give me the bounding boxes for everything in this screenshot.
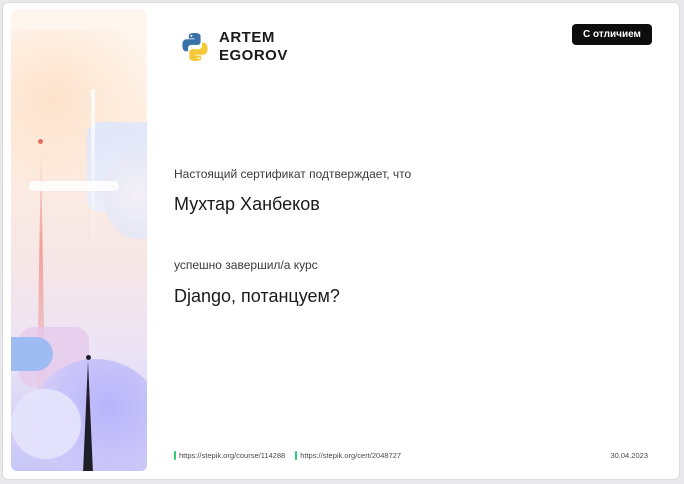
course-link-text: https://stepik.org/course/114288: [179, 451, 286, 460]
cert-link[interactable]: https://stepik.org/cert/2048727: [295, 451, 401, 460]
art-blue-block: [11, 337, 53, 371]
link-marker-icon: [174, 451, 176, 460]
distinction-badge: С отличием: [572, 24, 652, 45]
completion-text: успешно завершил/а курс: [174, 258, 318, 272]
art-light-spike: [91, 89, 95, 259]
certificate-footer: https://stepik.org/course/114288 https:/…: [174, 451, 401, 460]
recipient-name: Мухтар Ханбеков: [174, 194, 320, 214]
certificate-intro: Настоящий сертификат подтверждает, что: [174, 167, 412, 181]
logo-line-1: ARTEM: [219, 29, 275, 46]
author-logo: ARTEM EGOROV: [179, 29, 288, 65]
python-logo-icon: [182, 33, 208, 61]
art-white-bar: [29, 181, 119, 191]
decorative-art-panel: [11, 9, 147, 471]
art-black-dot: [86, 355, 91, 360]
art-white-blob: [11, 389, 81, 459]
certificate-card: ARTEM EGOROV С отличием Настоящий сертиф…: [2, 2, 680, 480]
issue-date: 30.04.2023: [610, 451, 648, 460]
art-red-dot: [38, 139, 43, 144]
course-title: Django, потанцуем?: [174, 286, 340, 306]
cert-link-text: https://stepik.org/cert/2048727: [300, 451, 402, 460]
link-marker-icon: [295, 451, 298, 460]
logo-line-2: EGOROV: [219, 47, 288, 64]
course-link[interactable]: https://stepik.org/course/114288: [174, 451, 285, 460]
